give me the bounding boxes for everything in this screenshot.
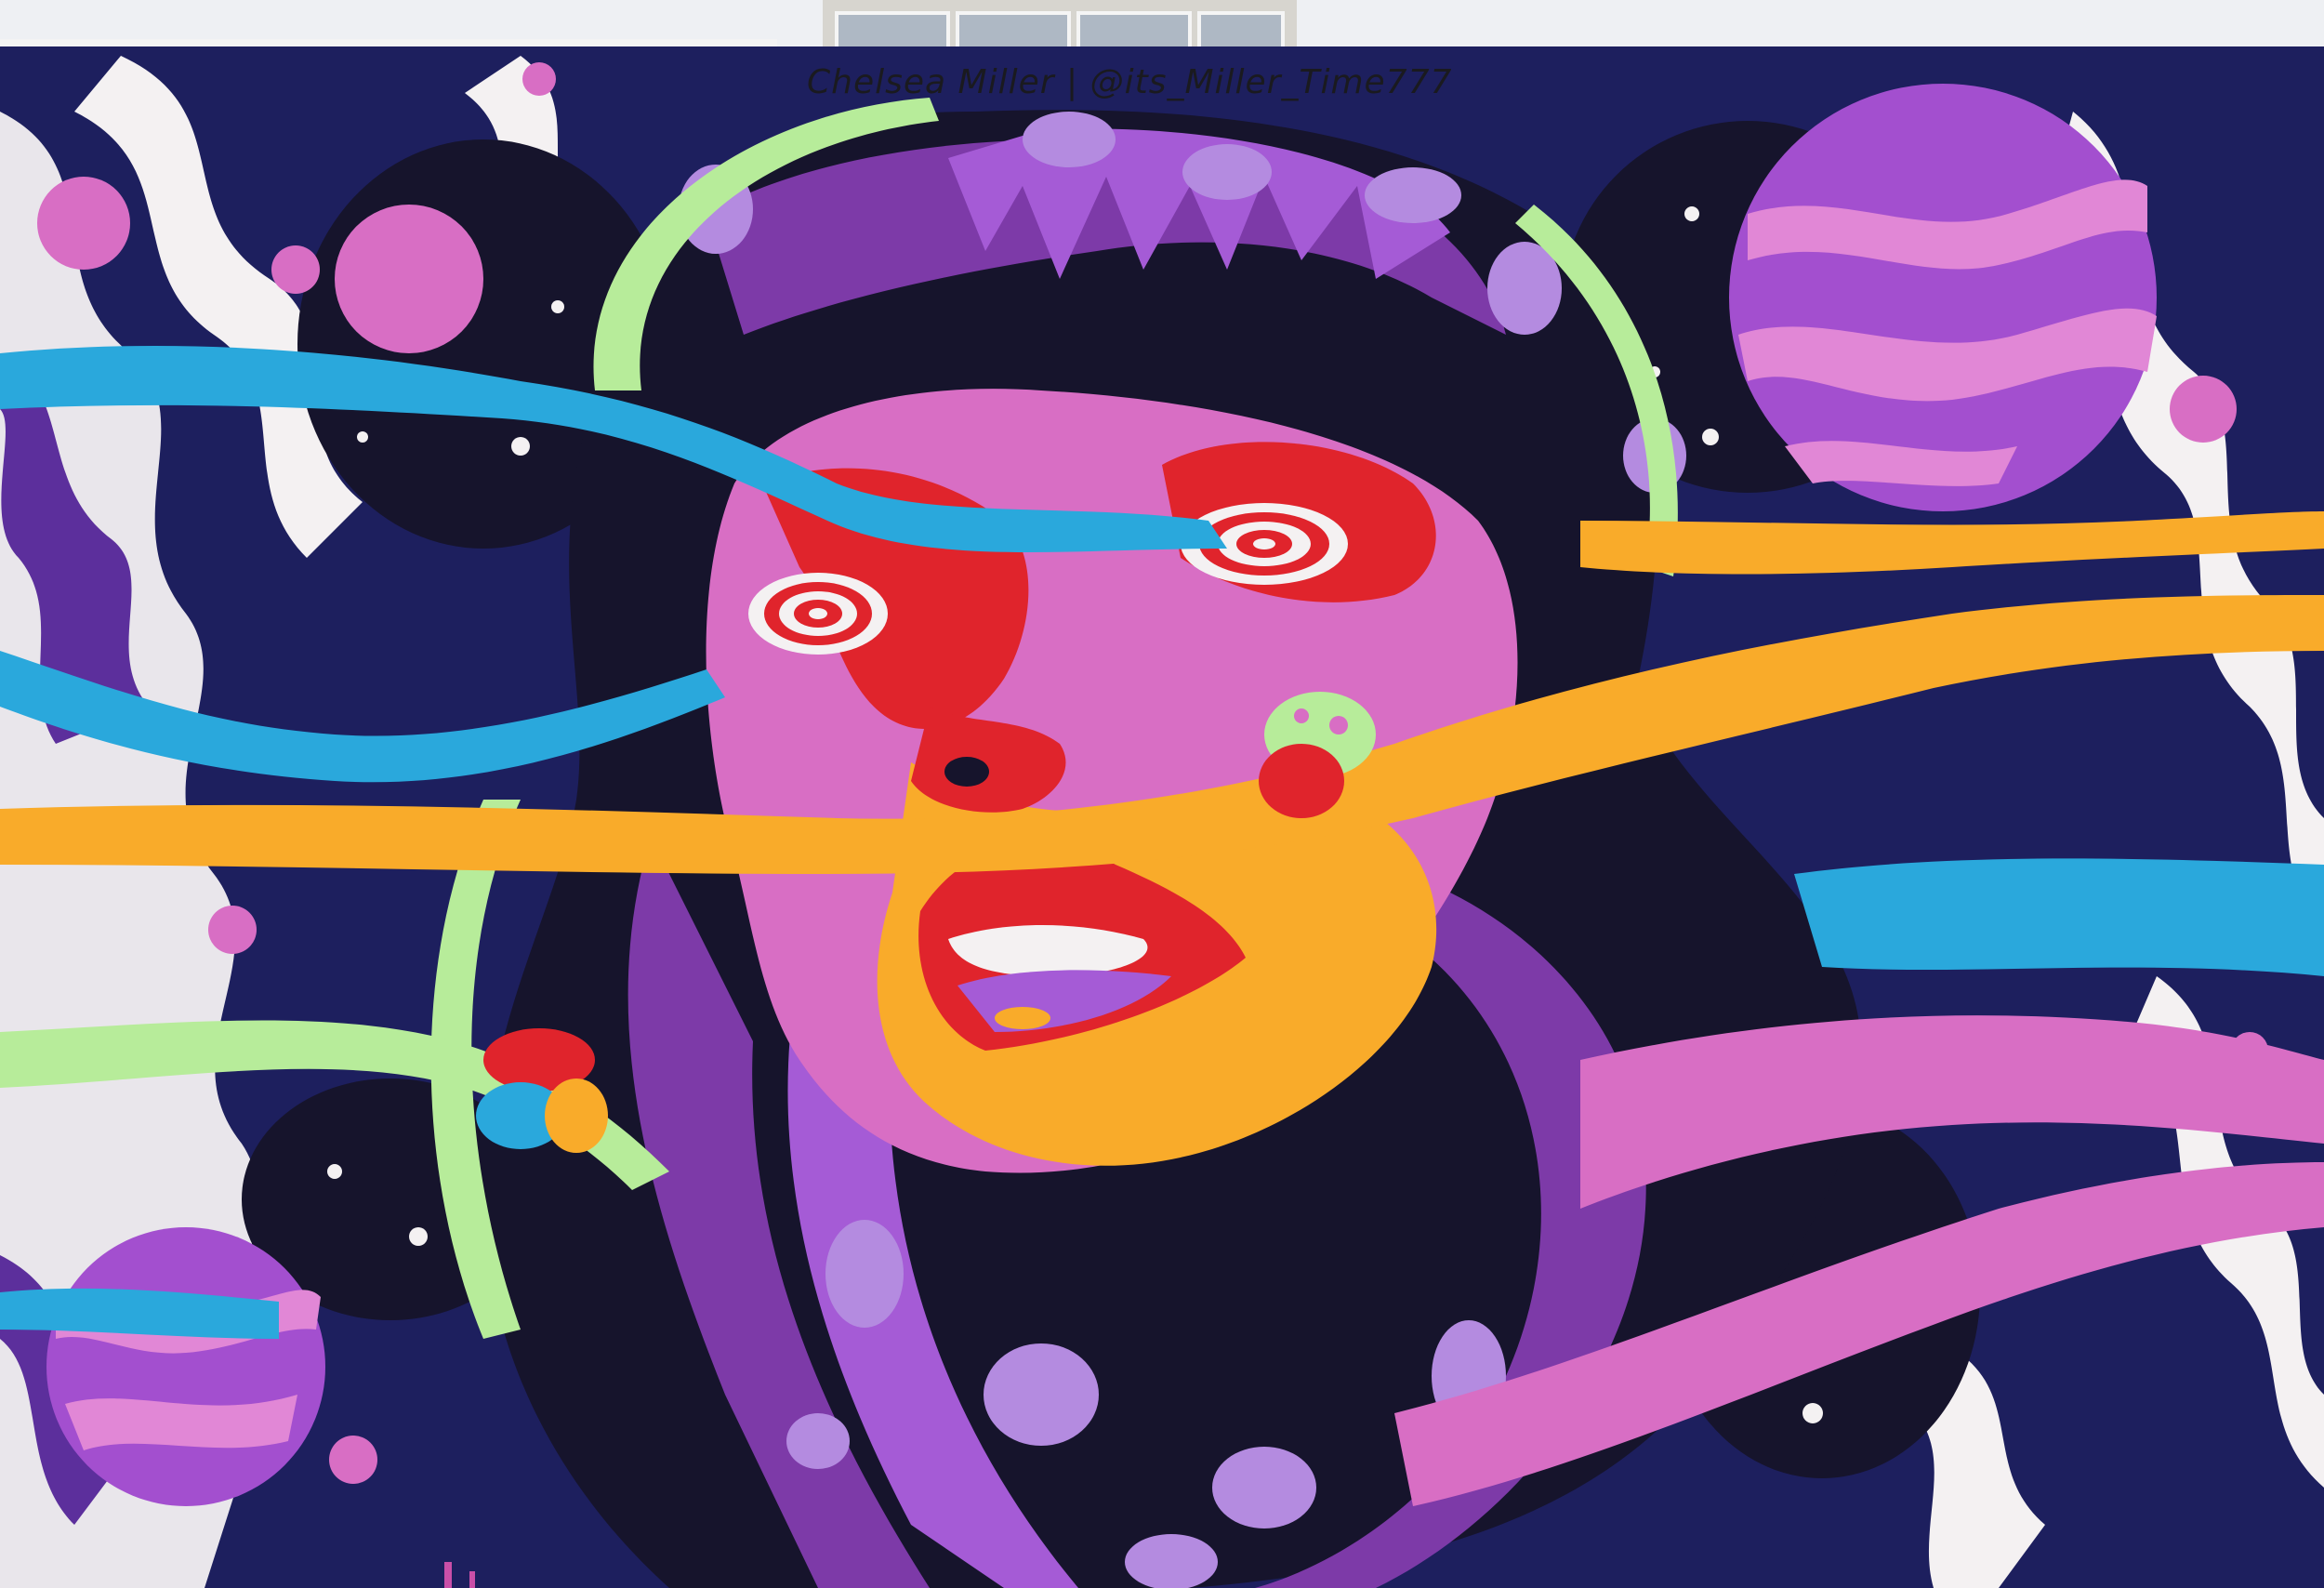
earring-bug	[476, 1028, 608, 1153]
artist-signature: Chelsea Miller | @its_Miller_Time777	[807, 58, 1513, 108]
mural-scene	[0, 0, 2324, 1588]
artist-handle: @its_Miller_Time777	[1089, 63, 1453, 101]
left-eye	[748, 573, 888, 655]
nostril	[944, 757, 989, 787]
planet-top-right	[1729, 84, 2157, 511]
signature-separator: |	[1065, 63, 1079, 101]
artist-name: Chelsea Miller	[807, 63, 1055, 101]
planet-bottom-left	[46, 1227, 325, 1506]
